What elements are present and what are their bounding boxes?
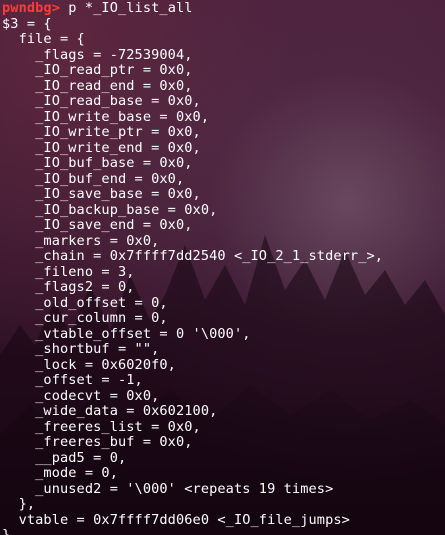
output-line: _IO_buf_end = 0x0,: [2, 170, 185, 187]
output-line: _shortbuf = "",: [2, 341, 160, 357]
output-line: }: [2, 527, 11, 535]
output-line: _chain = 0x7ffff7dd2540 <_IO_2_1_stderr_…: [2, 248, 384, 264]
output-line: _offset = -1,: [2, 372, 143, 388]
command-text: p *_IO_list_all: [60, 0, 193, 16]
output-line: _codecvt = 0x0,: [2, 387, 160, 404]
output-line: _IO_read_ptr = 0x0,: [2, 62, 193, 78]
output-line: _IO_save_base = 0x0,: [2, 186, 201, 202]
output-line: _IO_buf_base = 0x0,: [2, 155, 193, 171]
output-line: _IO_read_end = 0x0,: [2, 77, 193, 94]
output-line: _freeres_buf = 0x0,: [2, 434, 193, 450]
output-line: _IO_write_base = 0x0,: [2, 108, 210, 125]
output-line: _IO_write_end = 0x0,: [2, 139, 201, 156]
output-line: _flags2 = 0,: [2, 279, 135, 295]
output-line: vtable = 0x7ffff7dd06e0 <_IO_file_jumps>: [2, 511, 350, 528]
command-line: pwndbg> p *_IO_list_all: [2, 0, 445, 17]
output-line: _mode = 0,: [2, 465, 118, 481]
pwndbg-prompt: pwndbg>: [2, 0, 60, 16]
output-line: _vtable_offset = 0 '\000',: [2, 325, 251, 342]
output-line: _old_offset = 0,: [2, 294, 168, 311]
output-line: _lock = 0x6020f0,: [2, 356, 176, 373]
output-line: _markers = 0x0,: [2, 232, 160, 249]
output-line: _IO_backup_base = 0x0,: [2, 201, 218, 218]
output-line: __pad5 = 0,: [2, 449, 127, 466]
output-line: _fileno = 3,: [2, 263, 135, 280]
terminal-output: pwndbg> p *_IO_list_all $3 = { file = { …: [2, 0, 445, 535]
output-line: _freeres_list = 0x0,: [2, 418, 201, 435]
output-line: file = {: [2, 31, 85, 47]
output-line: _IO_write_ptr = 0x0,: [2, 124, 201, 140]
output-line: },: [2, 496, 36, 512]
output-line: $3 = {: [2, 15, 52, 32]
output-line: _IO_save_end = 0x0,: [2, 217, 193, 233]
output-line: _unused2 = '\000' <repeats 19 times>: [2, 480, 334, 497]
output-line: _flags = -72539004,: [2, 46, 193, 63]
output-line: _IO_read_base = 0x0,: [2, 93, 201, 109]
output-line: _wide_data = 0x602100,: [2, 403, 218, 419]
output-line: _cur_column = 0,: [2, 310, 168, 326]
